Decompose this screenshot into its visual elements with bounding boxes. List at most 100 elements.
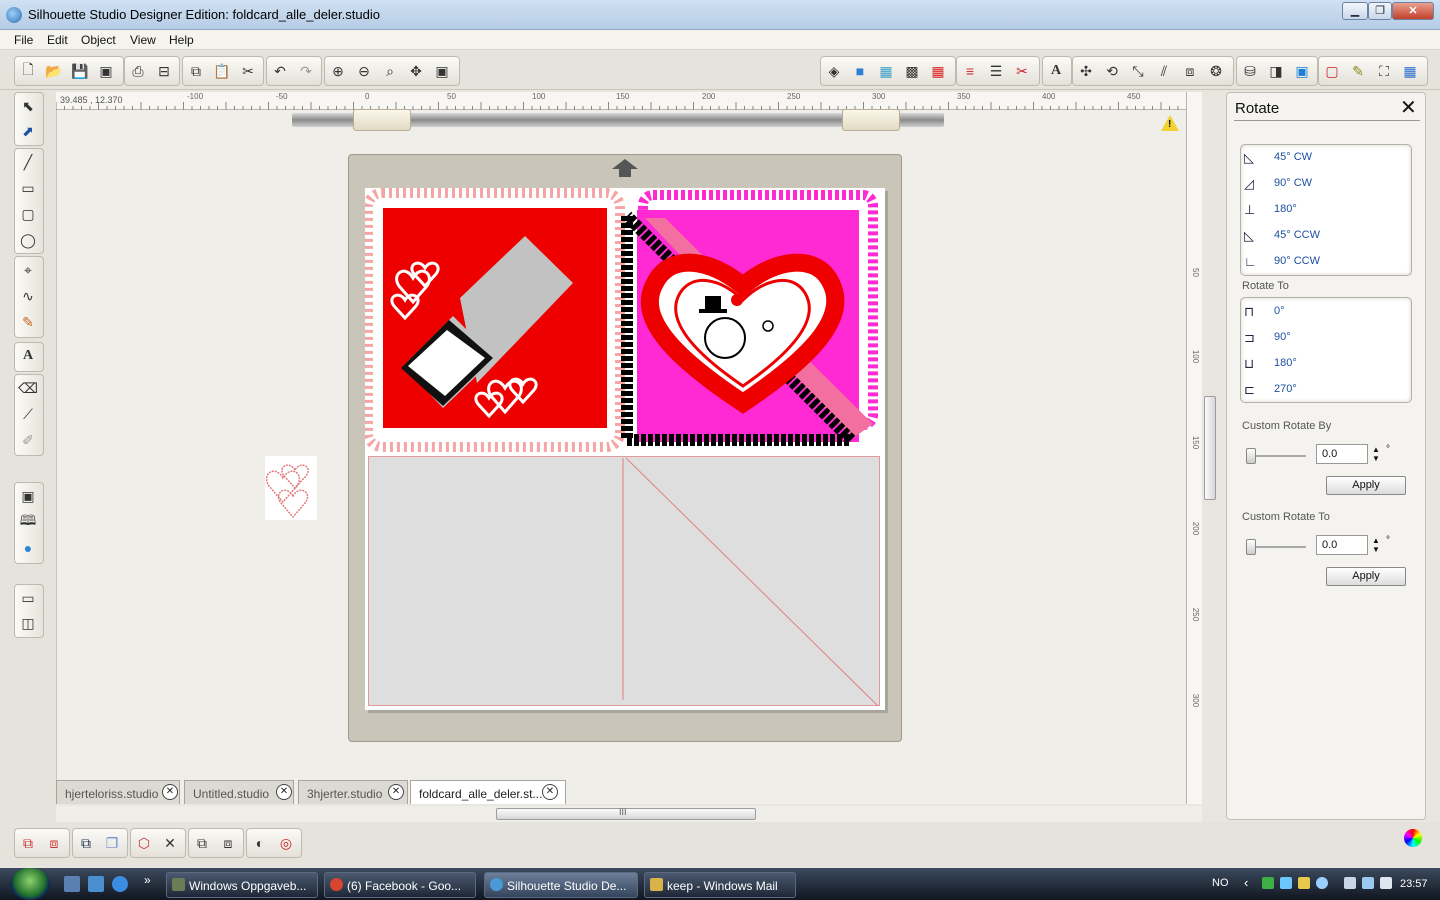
release-compound-icon[interactable]: ❐ bbox=[101, 832, 123, 854]
tray-volume-icon[interactable] bbox=[1380, 877, 1392, 889]
minimize-button[interactable]: ▁ bbox=[1342, 2, 1368, 20]
tray-power-icon[interactable] bbox=[1344, 877, 1356, 889]
internet-explorer-icon[interactable] bbox=[112, 876, 128, 892]
pan-icon[interactable]: ✥ bbox=[405, 60, 427, 82]
zoom-select-icon[interactable]: ⌕ bbox=[379, 60, 401, 82]
line-color-palette-icon[interactable]: ≡ bbox=[959, 60, 981, 82]
send-to-cutter-icon[interactable]: ⊟ bbox=[153, 60, 175, 82]
open-file-icon[interactable]: 📂 bbox=[43, 60, 65, 82]
apply-rotate-by-button[interactable]: Apply bbox=[1326, 476, 1406, 495]
line-tool-icon[interactable]: ╱ bbox=[17, 151, 39, 173]
rotate-to-0[interactable]: 0° bbox=[1274, 305, 1285, 317]
weld-icon[interactable]: ⬡ bbox=[133, 832, 155, 854]
vertical-scrollbar-thumb[interactable] bbox=[1204, 396, 1216, 500]
color-wheel-icon[interactable] bbox=[1404, 829, 1422, 847]
redo-icon[interactable]: ↷ bbox=[295, 60, 317, 82]
close-tab-icon[interactable]: ✕ bbox=[162, 784, 178, 800]
close-tab-icon[interactable]: ✕ bbox=[388, 784, 404, 800]
rotate-180[interactable]: 180° bbox=[1274, 203, 1297, 215]
polygon-tool-icon[interactable]: ⌖ bbox=[17, 259, 39, 281]
taskbar-item-windows-oppgave[interactable]: Windows Oppgaveb... bbox=[166, 872, 318, 898]
fit-to-page-icon[interactable]: ▣ bbox=[431, 60, 453, 82]
offset-icon[interactable]: ❂ bbox=[1205, 60, 1227, 82]
select-tool-icon[interactable]: ⬉ bbox=[17, 95, 39, 117]
knife-tool-icon[interactable]: ⟋ bbox=[17, 403, 39, 425]
copy-icon[interactable]: ⧉ bbox=[185, 60, 207, 82]
custom-rotate-by-slider[interactable] bbox=[1246, 448, 1256, 464]
text-tool-icon[interactable]: A bbox=[17, 345, 39, 367]
store-icon[interactable]: ◨ bbox=[1265, 60, 1287, 82]
show-desktop-icon[interactable] bbox=[64, 876, 80, 892]
group-icon[interactable]: ⧉ bbox=[17, 832, 39, 854]
menu-object[interactable]: Object bbox=[81, 33, 116, 47]
menu-view[interactable]: View bbox=[130, 33, 156, 47]
paste-icon[interactable]: 📋 bbox=[211, 60, 233, 82]
make-compound-icon[interactable]: ⧉ bbox=[75, 832, 97, 854]
tray-app-icon[interactable] bbox=[1262, 877, 1274, 889]
rotate-icon[interactable]: ⟲ bbox=[1101, 60, 1123, 82]
taskbar-item-windows-mail[interactable]: keep - Windows Mail bbox=[644, 872, 796, 898]
library-book-icon[interactable]: 🕮 bbox=[17, 511, 39, 533]
tray-expand-icon[interactable]: ‹ bbox=[1244, 875, 1248, 890]
tray-update-icon[interactable] bbox=[1316, 877, 1328, 889]
curve-tool-icon[interactable]: ∿ bbox=[17, 285, 39, 307]
card-designs[interactable] bbox=[365, 188, 885, 458]
trace-icon[interactable]: ▣ bbox=[1291, 60, 1313, 82]
taskbar-item-facebook[interactable]: (6) Facebook - Goo... bbox=[324, 872, 476, 898]
menu-file[interactable]: File bbox=[14, 33, 33, 47]
rotate-90-cw[interactable]: 90° CW bbox=[1274, 177, 1312, 189]
custom-rotate-to-stepper[interactable]: ▲ ▼ bbox=[1372, 536, 1380, 554]
rectangle-tool-icon[interactable]: ▭ bbox=[17, 177, 39, 199]
line-width-icon[interactable]: ☰ bbox=[985, 60, 1007, 82]
delete-icon[interactable]: ✕ bbox=[159, 832, 181, 854]
fill-pattern-icon[interactable]: ▦ bbox=[875, 60, 897, 82]
cut-settings-icon[interactable]: ✂ bbox=[1011, 60, 1033, 82]
menu-edit[interactable]: Edit bbox=[47, 33, 68, 47]
line-color-icon[interactable]: ▦ bbox=[927, 60, 949, 82]
loose-hearts-object[interactable] bbox=[265, 456, 317, 520]
language-indicator[interactable]: NO bbox=[1212, 877, 1229, 889]
zoom-out-icon[interactable]: ⊖ bbox=[353, 60, 375, 82]
eyedropper-icon[interactable]: ✐ bbox=[17, 429, 39, 451]
start-button[interactable] bbox=[10, 868, 50, 900]
tray-security-icon[interactable] bbox=[1298, 877, 1310, 889]
shear-icon[interactable]: ⫽ bbox=[1153, 60, 1175, 82]
text-style-icon[interactable]: A bbox=[1045, 60, 1067, 82]
maximize-button[interactable]: ❐ bbox=[1368, 2, 1392, 20]
library-icon[interactable]: ⛁ bbox=[1239, 60, 1261, 82]
close-panel-icon[interactable]: ✕ bbox=[1400, 98, 1417, 118]
registration-marks-icon[interactable]: ⛶ bbox=[1373, 60, 1395, 82]
send-backward-icon[interactable]: ⧈ bbox=[217, 832, 239, 854]
page-setup-icon[interactable]: ▢ bbox=[1321, 60, 1343, 82]
close-tab-icon[interactable]: ✕ bbox=[276, 784, 292, 800]
bring-forward-icon[interactable]: ⧉ bbox=[191, 832, 213, 854]
rotate-90-ccw[interactable]: 90° CCW bbox=[1274, 255, 1320, 267]
align-icon[interactable]: ✣ bbox=[1075, 60, 1097, 82]
taskbar-item-silhouette[interactable]: Silhouette Studio De... bbox=[484, 872, 638, 898]
custom-rotate-by-input[interactable]: 0.0 bbox=[1316, 444, 1368, 464]
print-icon[interactable]: ⎙ bbox=[127, 60, 149, 82]
page-view-icon[interactable]: ▣ bbox=[17, 485, 39, 507]
custom-rotate-to-slider[interactable] bbox=[1246, 539, 1256, 555]
fill-color-icon[interactable]: ◈ bbox=[823, 60, 845, 82]
switch-windows-icon[interactable] bbox=[88, 876, 104, 892]
rotate-45-ccw[interactable]: 45° CCW bbox=[1274, 229, 1320, 241]
save-icon[interactable]: 💾 bbox=[69, 60, 91, 82]
custom-rotate-to-input[interactable]: 0.0 bbox=[1316, 535, 1368, 555]
scale-icon[interactable]: ⤡ bbox=[1127, 60, 1149, 82]
close-tab-icon[interactable]: ✕ bbox=[542, 784, 558, 800]
zoom-in-icon[interactable]: ⊕ bbox=[327, 60, 349, 82]
rotate-to-180[interactable]: 180° bbox=[1274, 357, 1297, 369]
fill-shape-icon[interactable]: ◐ bbox=[249, 832, 271, 854]
online-store-icon[interactable]: ● bbox=[17, 537, 39, 559]
rotate-to-90[interactable]: 90° bbox=[1274, 331, 1291, 343]
horizontal-scrollbar-thumb[interactable]: III bbox=[496, 807, 756, 820]
sketch-icon[interactable]: ✎ bbox=[1347, 60, 1369, 82]
new-file-icon[interactable]: 🗋 bbox=[17, 60, 39, 82]
rotate-45-cw[interactable]: 45° CW bbox=[1274, 151, 1312, 163]
eraser-tool-icon[interactable]: ⌫ bbox=[17, 377, 39, 399]
line-style-icon[interactable]: ▩ bbox=[901, 60, 923, 82]
ellipse-tool-icon[interactable]: ◯ bbox=[17, 229, 39, 251]
target-icon[interactable]: ◎ bbox=[275, 832, 297, 854]
replicate-icon[interactable]: ⧈ bbox=[1179, 60, 1201, 82]
